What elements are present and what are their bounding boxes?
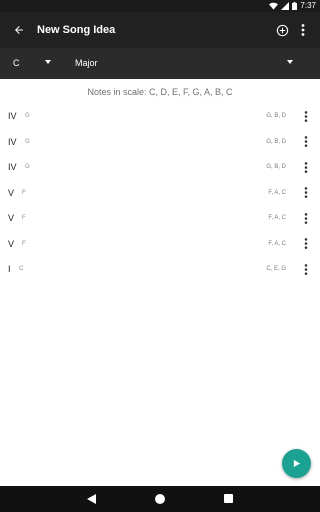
row-menu-button[interactable]	[300, 159, 312, 175]
chord-notes: F, A, C	[268, 189, 286, 196]
arrow-back-icon	[15, 26, 23, 34]
more-vert-icon	[301, 24, 305, 36]
chord-name: F	[22, 189, 26, 196]
row-menu-button[interactable]	[300, 236, 312, 252]
chord-name: G	[25, 113, 30, 119]
mode-value: Major	[75, 58, 98, 68]
mode-dropdown[interactable]: Major	[62, 48, 320, 79]
overflow-menu-button[interactable]	[296, 21, 310, 39]
chord-name: F	[22, 215, 26, 221]
list-item[interactable]: V F F, A, C	[0, 205, 320, 231]
chord-notes: C, E, G	[266, 266, 286, 272]
status-time: 7:37	[300, 1, 316, 10]
nav-home-icon[interactable]	[155, 494, 165, 504]
row-menu-button[interactable]	[300, 108, 312, 124]
scale-notes-text: Notes in scale: C, D, E, F, G, A, B, C	[87, 87, 233, 97]
more-vert-icon	[304, 136, 308, 147]
play-button[interactable]	[282, 449, 311, 478]
nav-back-icon[interactable]	[87, 494, 96, 504]
key-value: C	[13, 58, 20, 68]
chord-notes: G, B, D	[266, 138, 286, 145]
more-vert-icon	[304, 187, 308, 198]
row-menu-button[interactable]	[300, 134, 312, 150]
key-dropdown[interactable]: C	[0, 48, 62, 79]
chevron-down-icon	[287, 60, 293, 64]
chord-numeral: V	[8, 187, 15, 198]
scale-selector-bar: C Major	[0, 48, 320, 79]
signal-icon	[281, 2, 290, 10]
chord-notes: G, B, D	[266, 113, 286, 119]
status-bar: 7:37	[0, 0, 320, 12]
chord-notes: G, B, D	[266, 164, 286, 170]
row-menu-button[interactable]	[300, 210, 312, 226]
list-item[interactable]: V F F, A, C	[0, 180, 320, 206]
back-button[interactable]	[10, 21, 28, 39]
chord-name: G	[25, 138, 30, 145]
chord-numeral: IV	[8, 162, 17, 172]
chord-notes: F, A, C	[268, 215, 286, 221]
wifi-icon	[269, 2, 279, 10]
list-item[interactable]: IV G G, B, D	[0, 129, 320, 155]
chord-name: G	[25, 164, 30, 170]
list-item[interactable]: I C C, E, G	[0, 256, 320, 282]
chord-numeral: IV	[8, 136, 17, 147]
chord-numeral: IV	[8, 111, 17, 121]
chord-name: C	[19, 266, 24, 272]
list-item[interactable]: IV G G, B, D	[0, 154, 320, 180]
chord-notes: F, A, C	[268, 240, 286, 247]
chord-name: F	[22, 240, 26, 247]
chord-list: IV G G, B, D IV G G, B, D IV G G, B, D V…	[0, 103, 320, 282]
more-vert-icon	[304, 238, 308, 249]
app-bar: New Song Idea	[0, 12, 320, 48]
battery-icon	[292, 2, 298, 10]
more-vert-icon	[304, 110, 308, 122]
more-vert-icon	[304, 212, 308, 224]
row-menu-button[interactable]	[300, 261, 312, 277]
play-icon	[293, 459, 301, 468]
chevron-down-icon	[45, 60, 51, 64]
more-vert-icon	[304, 161, 308, 173]
add-chord-button[interactable]	[273, 21, 291, 39]
system-nav-bar	[0, 486, 320, 512]
page-title: New Song Idea	[37, 24, 116, 36]
list-item[interactable]: V F F, A, C	[0, 231, 320, 257]
chord-numeral: V	[8, 238, 15, 249]
chord-numeral: V	[8, 213, 15, 223]
row-menu-button[interactable]	[300, 185, 312, 201]
more-vert-icon	[304, 263, 308, 275]
add-circle-icon	[276, 24, 288, 36]
chord-numeral: I	[8, 264, 11, 274]
nav-recents-icon[interactable]	[224, 494, 233, 503]
list-item[interactable]: IV G G, B, D	[0, 103, 320, 129]
